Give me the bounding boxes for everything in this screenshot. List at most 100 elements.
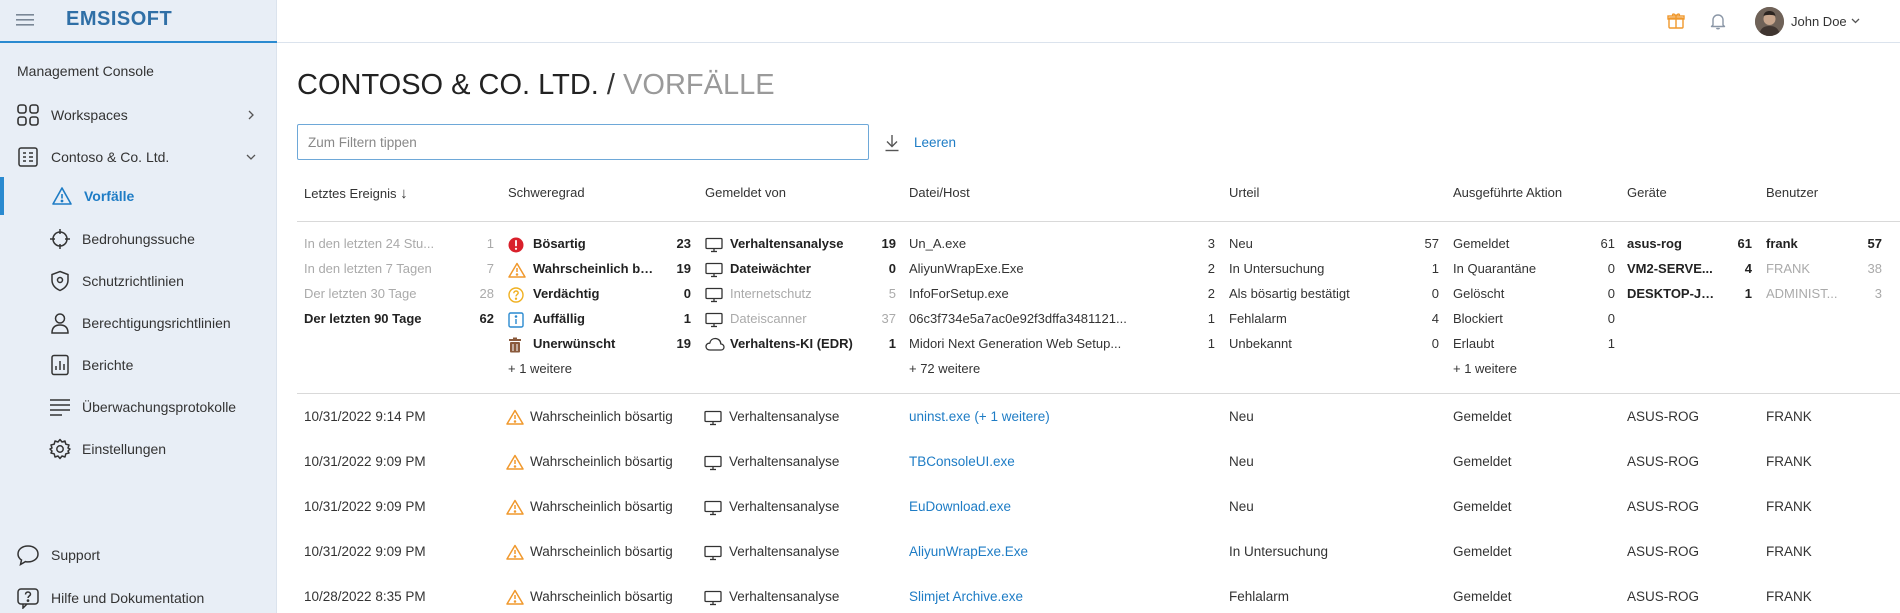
column-header-action[interactable]: Ausgeführte Aktion [1453, 185, 1562, 200]
facet-count: 37 [881, 311, 896, 326]
gift-icon[interactable] [1667, 12, 1685, 30]
cell-user: FRANK [1766, 544, 1812, 559]
monitor-icon [704, 590, 722, 606]
monitor-icon [704, 410, 722, 426]
show-more-link[interactable]: + 1 weitere [508, 361, 572, 376]
cell-severity: Wahrscheinlich bösartig [530, 454, 673, 469]
sidebar-item-label: Hilfe und Dokumentation [51, 590, 205, 606]
cell-date: 10/31/2022 9:09 PM [304, 454, 426, 469]
sidebar-item-audit-logs[interactable]: Überwachungsprotokolle [0, 388, 277, 426]
sidebar-item-threat-hunting[interactable]: Bedrohungssuche [0, 220, 277, 258]
bell-icon[interactable] [1709, 12, 1727, 30]
column-header-severity[interactable]: Schweregrad [508, 185, 585, 200]
column-header-verdict[interactable]: Urteil [1229, 185, 1259, 200]
file-extra-link[interactable]: (+ 1 weitere) [974, 409, 1049, 424]
warning-icon [508, 262, 526, 278]
facet-count: 0 [683, 286, 691, 301]
sidebar-item-incidents[interactable]: Vorfälle [0, 177, 277, 215]
show-more-link[interactable]: + 1 weitere [1453, 361, 1517, 376]
breadcrumb-current: VORFÄLLE [623, 69, 775, 101]
facet-label: Verhaltensanalyse [730, 236, 844, 251]
cell-reporter: Verhaltensanalyse [729, 544, 840, 559]
cell-file[interactable]: uninst.exe (+ 1 weitere) [909, 409, 1050, 424]
cell-action: Gemeldet [1453, 544, 1512, 559]
facet-count: 3 [1207, 236, 1215, 251]
top-bar [277, 0, 1900, 43]
facet-count: 4 [1431, 311, 1439, 326]
cell-verdict: In Untersuchung [1229, 544, 1329, 559]
crosshair-icon [46, 225, 74, 253]
show-more-link[interactable]: + 72 weitere [909, 361, 980, 376]
emsisoft-logo[interactable]: EMSISOFT [66, 8, 172, 31]
monitor-icon [704, 545, 722, 561]
cell-file[interactable]: Slimjet Archive.exe [909, 589, 1023, 604]
cell-date: 10/31/2022 9:14 PM [304, 409, 426, 424]
facet-label: Gelöscht [1453, 286, 1505, 301]
facet-label: Un_A.exe [909, 236, 967, 251]
column-header-last-event[interactable]: Letztes Ereignis ↓ [304, 185, 408, 202]
facet-label: Unerwünscht [533, 336, 616, 351]
help-icon [14, 584, 42, 612]
facet-count: 3 [1874, 286, 1882, 301]
facet-count: 23 [676, 236, 691, 251]
column-header-devices[interactable]: Geräte [1627, 185, 1667, 200]
sidebar-item-workspaces[interactable]: Workspaces [0, 96, 277, 134]
column-header-file-host[interactable]: Datei/Host [909, 185, 970, 200]
sidebar-item-permission-policies[interactable]: Berechtigungsrichtlinien [0, 304, 277, 342]
menu-icon[interactable] [16, 13, 34, 27]
facet-label: ADMINIST... [1766, 286, 1838, 301]
facet-count: 2 [1207, 286, 1215, 301]
column-header-users[interactable]: Benutzer [1766, 185, 1818, 200]
sidebar-item-reports[interactable]: Berichte [0, 346, 277, 384]
warning-icon [506, 589, 524, 605]
facet-count: 0 [1431, 286, 1439, 301]
cell-file[interactable]: EuDownload.exe [909, 499, 1011, 514]
cell-file[interactable]: TBConsoleUI.exe [909, 454, 1015, 469]
facet-label: Der letzten 30 Tage [304, 286, 417, 301]
download-icon[interactable] [884, 134, 900, 152]
chevron-down-icon [246, 152, 256, 162]
facet-count: 7 [486, 261, 494, 276]
cell-verdict: Fehlalarm [1229, 589, 1290, 604]
filter-input[interactable] [297, 124, 869, 160]
facet-count: 19 [881, 236, 896, 251]
cell-reporter: Verhaltensanalyse [729, 454, 840, 469]
cell-reporter: Verhaltensanalyse [729, 499, 840, 514]
question-icon [508, 287, 524, 303]
clear-filter-link[interactable]: Leeren [914, 135, 956, 150]
monitor-icon [704, 455, 722, 471]
chevron-down-icon[interactable] [1851, 17, 1860, 25]
column-header-reported-by[interactable]: Gemeldet von [705, 185, 786, 200]
cloud-icon [705, 337, 725, 351]
avatar[interactable] [1755, 7, 1784, 36]
user-name[interactable]: John Doe [1791, 14, 1847, 29]
sidebar-item-help[interactable]: Hilfe und Dokumentation [0, 579, 277, 613]
sort-desc-icon: ↓ [400, 185, 408, 202]
support-icon [14, 541, 42, 569]
facet-count: 1 [1207, 336, 1215, 351]
breadcrumb-org[interactable]: CONTOSO & CO. LTD. [297, 69, 599, 101]
sidebar-item-company[interactable]: Contoso & Co. Ltd. [0, 138, 277, 176]
cell-verdict: Neu [1229, 409, 1254, 424]
cell-file[interactable]: AliyunWrapExe.Exe [909, 544, 1028, 559]
facet-label: Auffällig [533, 311, 585, 326]
facet-count: 28 [479, 286, 494, 301]
info-icon [508, 312, 524, 328]
sidebar-item-support[interactable]: Support [0, 536, 277, 574]
list-icon [46, 393, 74, 421]
cell-action: Gemeldet [1453, 589, 1512, 604]
cell-device: ASUS-ROG [1627, 499, 1700, 514]
facet-label: Unbekannt [1229, 336, 1292, 351]
warning-icon [506, 544, 524, 560]
sidebar-item-settings[interactable]: Einstellungen [0, 430, 277, 468]
user-icon [46, 309, 74, 337]
facet-label: In Untersuchung [1229, 261, 1325, 276]
file-link[interactable]: uninst.exe [909, 409, 971, 424]
cell-verdict: Neu [1229, 499, 1254, 514]
facet-label: Erlaubt [1453, 336, 1495, 351]
warning-icon [506, 454, 524, 470]
sidebar-header: EMSISOFT [0, 0, 277, 43]
facet-count: 0 [1607, 286, 1615, 301]
facet-count: 0 [1607, 311, 1615, 326]
sidebar-item-protection-policies[interactable]: Schutzrichtlinien [0, 262, 277, 300]
